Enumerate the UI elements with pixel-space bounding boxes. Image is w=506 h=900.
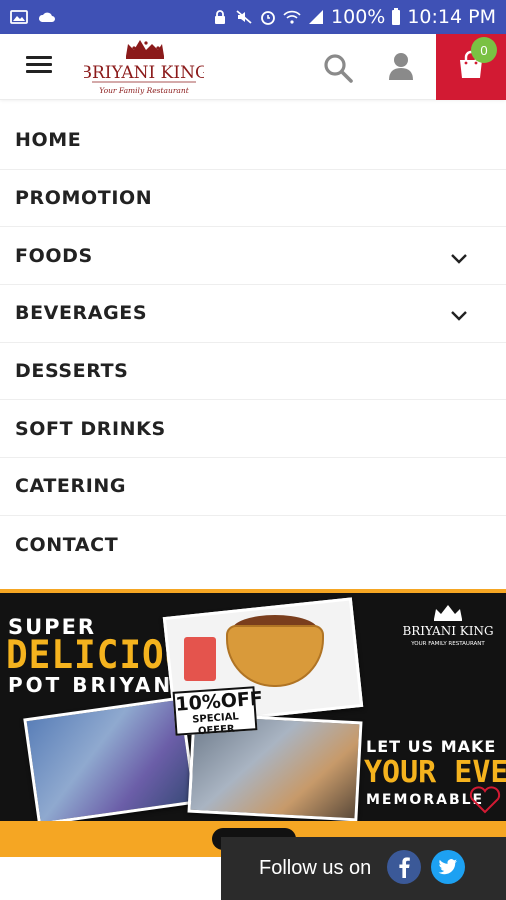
menu-item-label: BEVERAGES bbox=[15, 302, 148, 325]
menu-item-label: DESSERTS bbox=[15, 360, 129, 383]
heart-icon bbox=[469, 786, 501, 814]
battery-icon bbox=[392, 8, 401, 25]
chevron-down-icon[interactable] bbox=[450, 253, 468, 265]
search-icon[interactable] bbox=[322, 52, 354, 84]
menu-item-promotion[interactable]: PROMOTION bbox=[0, 170, 506, 228]
promo-banner[interactable]: SUPER DELICIOUS POT BRIYANI 10%OFF SPECI… bbox=[0, 589, 506, 857]
menu-item-soft-drinks[interactable]: SOFT DRINKS bbox=[0, 400, 506, 459]
gallery-icon bbox=[10, 10, 28, 24]
svg-text:Your Family Restaurant: Your Family Restaurant bbox=[99, 86, 189, 95]
menu-item-label: PROMOTION bbox=[15, 187, 153, 210]
follow-us-label: Follow us on bbox=[259, 857, 372, 879]
twitter-icon[interactable] bbox=[431, 850, 465, 884]
drink-image bbox=[184, 637, 216, 681]
menu-item-label: CATERING bbox=[15, 475, 127, 498]
menu-item-home[interactable]: HOME bbox=[0, 112, 506, 170]
app-header: BRIYANI KING Your Family Restaurant bbox=[0, 34, 506, 100]
event-line3: MEMORABLE bbox=[366, 792, 485, 808]
follow-us-bar: Follow us on bbox=[221, 837, 506, 900]
menu-item-foods[interactable]: FOODS bbox=[0, 227, 506, 286]
clock: 10:14 PM bbox=[407, 6, 496, 28]
mute-icon bbox=[236, 10, 252, 24]
wifi-icon bbox=[283, 10, 301, 24]
alarm-icon bbox=[261, 11, 275, 25]
menu-item-catering[interactable]: CATERING bbox=[0, 458, 506, 516]
status-bar: 100% 10:14 PM bbox=[0, 0, 506, 34]
facebook-icon[interactable] bbox=[387, 850, 421, 884]
cart-count-badge: 0 bbox=[471, 37, 497, 63]
menu-item-label: SOFT DRINKS bbox=[15, 417, 166, 440]
chevron-down-icon[interactable] bbox=[450, 310, 468, 322]
banner-brand-logo: BRIYANI KING YOUR FAMILY RESTAURANT bbox=[402, 605, 494, 647]
cloud-icon bbox=[38, 12, 55, 22]
briyani-king-logo[interactable]: BRIYANI KING Your Family Restaurant bbox=[84, 36, 204, 98]
banner-top-edge bbox=[0, 589, 506, 593]
svg-text:BRIYANI KING: BRIYANI KING bbox=[84, 63, 204, 83]
discount-badge: 10%OFF SPECIAL OFFER bbox=[172, 686, 264, 737]
signal-icon bbox=[309, 10, 324, 24]
battery-percent: 100% bbox=[331, 6, 386, 28]
menu-item-contact[interactable]: CONTACT bbox=[0, 516, 506, 574]
customers-photo bbox=[23, 696, 197, 826]
navigation-menu: HOME PROMOTION FOODS BEVERAGES DESSERTS SOFT … bbox=[0, 112, 506, 574]
event-line1: LET US MAKE bbox=[366, 737, 497, 756]
menu-item-beverages[interactable]: BEVERAGES bbox=[0, 285, 506, 343]
menu-toggle-button[interactable] bbox=[26, 54, 54, 76]
svg-text:BRIYANI KING: BRIYANI KING bbox=[402, 624, 493, 638]
svg-text:YOUR FAMILY RESTAURANT: YOUR FAMILY RESTAURANT bbox=[410, 641, 485, 647]
menu-item-desserts[interactable]: DESSERTS bbox=[0, 343, 506, 401]
menu-item-label: FOODS bbox=[15, 244, 93, 267]
menu-item-label: HOME bbox=[15, 129, 82, 152]
account-icon[interactable] bbox=[386, 50, 416, 82]
menu-item-label: CONTACT bbox=[15, 533, 119, 556]
banner-line3: POT BRIYANI bbox=[8, 673, 184, 697]
lock-icon bbox=[215, 10, 226, 24]
